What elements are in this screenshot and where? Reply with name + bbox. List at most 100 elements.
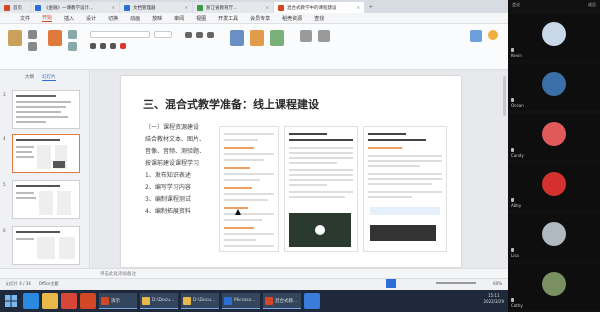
meeting-app-icon[interactable]	[304, 293, 320, 309]
cut-icon[interactable]	[28, 30, 37, 39]
new-tab-button[interactable]: +	[365, 2, 377, 13]
font-selector[interactable]	[90, 31, 150, 38]
bold-icon[interactable]	[90, 43, 96, 49]
participant-tile[interactable]: Candy	[508, 114, 600, 160]
tab-label: 《金融》一课教学设计...	[44, 5, 94, 11]
menu-search[interactable]: 查找	[314, 15, 324, 22]
theme-name: Office主题	[38, 280, 59, 286]
bullet-item: 1、发布知识表述	[145, 172, 191, 179]
menu-docer[interactable]: 稻壳资源	[282, 15, 302, 22]
taskbar-window[interactable]: 混合式教...	[263, 293, 301, 309]
close-icon[interactable]: ✕	[357, 5, 360, 10]
paste-icon[interactable]	[8, 30, 22, 46]
slide[interactable]: 三、混合式教学准备：线上课程建设 （一）课程资源建设 结合教材文本、图片、 音像…	[121, 76, 461, 267]
menu-review[interactable]: 审阅	[174, 15, 184, 22]
participant-tile[interactable]: Lisa	[508, 214, 600, 260]
tab-presentation[interactable]: 混合式教学中的课程建设 ✕	[274, 2, 364, 13]
audio-player[interactable]	[370, 225, 436, 241]
text-box-icon[interactable]	[230, 30, 244, 46]
participant-tile[interactable]: Kevin	[508, 14, 600, 60]
shape-icon[interactable]	[250, 30, 264, 46]
align-left-icon[interactable]	[185, 32, 192, 38]
close-icon[interactable]: ✕	[266, 5, 269, 10]
participant-tile[interactable]: Cathy	[508, 264, 600, 310]
tab-file-manager[interactable]: 文档管理器 ✕	[120, 2, 192, 13]
avatar	[542, 272, 566, 296]
underline-icon[interactable]	[110, 43, 116, 49]
wps-icon[interactable]	[80, 293, 96, 309]
share-icon[interactable]	[470, 30, 482, 42]
taskbar-window[interactable]: Microso...	[222, 293, 260, 309]
menu-developer[interactable]: 开发工具	[218, 15, 238, 22]
attachment-card[interactable]	[370, 207, 440, 215]
chrome-icon[interactable]	[61, 293, 77, 309]
video-player[interactable]	[289, 213, 351, 247]
menu-member[interactable]: 会员专享	[250, 15, 270, 22]
reset-icon[interactable]	[68, 42, 77, 51]
phone-screenshot-course-list	[219, 126, 279, 252]
italic-icon[interactable]	[100, 43, 106, 49]
menu-home[interactable]: 开始	[42, 14, 53, 22]
folder-icon	[183, 296, 191, 305]
tab-sheet[interactable]: 浙江省教育厅... ✕	[193, 2, 273, 13]
start-button[interactable]	[2, 292, 20, 310]
bullets-icon[interactable]	[207, 32, 214, 38]
taskbar-window-label: D:\Docu...	[193, 298, 216, 303]
tab-home[interactable]: 首页	[0, 2, 30, 13]
members-label[interactable]: 成员	[588, 2, 596, 8]
tab-bar: 首页 《金融》一课教学设计... ✕ 文档管理器 ✕ 浙江省教育厅... ✕ 混…	[0, 0, 508, 13]
slide-thumbnail[interactable]	[12, 90, 80, 129]
ribbon-toolbar	[0, 24, 508, 70]
taskbar-window[interactable]: D:\Docu...	[181, 293, 219, 309]
close-icon[interactable]: ✕	[112, 5, 115, 10]
new-slide-icon[interactable]	[48, 30, 62, 46]
slide-number: 6	[3, 228, 6, 233]
status-bar: 幻灯片 4 / 34 Office主题 60%	[0, 278, 508, 288]
system-clock[interactable]: 15:11 2022/3/29	[483, 293, 504, 305]
layout-icon[interactable]	[68, 30, 77, 39]
tab-outline[interactable]: 大纲	[25, 74, 34, 81]
taskbar-window-label: 演示	[111, 298, 120, 304]
play-slideshow-button[interactable]	[386, 279, 396, 288]
participant-tile[interactable]: Ocean	[508, 64, 600, 110]
slide-title[interactable]: 三、混合式教学准备：线上课程建设	[143, 96, 319, 112]
close-icon[interactable]: ✕	[185, 5, 188, 10]
menu-design[interactable]: 设计	[86, 15, 96, 22]
menu-transition[interactable]: 切换	[108, 15, 118, 22]
zoom-slider[interactable]	[436, 282, 476, 284]
select-icon[interactable]	[318, 30, 330, 42]
menu-insert[interactable]: 插入	[64, 15, 74, 22]
font-size-selector[interactable]	[154, 31, 172, 38]
folder-icon[interactable]	[42, 293, 58, 309]
slide-thumbnail[interactable]	[12, 226, 80, 265]
bullet-item: 3、编制课程测试	[145, 196, 191, 203]
notes-area[interactable]: 单击此处添加备注	[0, 268, 508, 278]
user-avatar-icon[interactable]	[488, 30, 498, 40]
tab-slides[interactable]: 幻灯片	[42, 74, 56, 81]
doc-icon	[35, 4, 41, 11]
align-center-icon[interactable]	[196, 32, 203, 38]
participant-name: Lisa	[511, 253, 519, 258]
slide-bullets[interactable]: （一）课程资源建设 结合教材文本、图片、 音像、音频、测验题、 按课前建设课程学…	[145, 122, 205, 218]
font-color-icon[interactable]	[120, 43, 126, 49]
tab-document[interactable]: 《金融》一课教学设计... ✕	[31, 2, 119, 13]
taskbar-window[interactable]: 演示	[99, 293, 137, 309]
menu-slideshow[interactable]: 放映	[152, 15, 162, 22]
ie-icon[interactable]	[23, 293, 39, 309]
play-icon[interactable]	[315, 225, 325, 235]
copy-icon[interactable]	[28, 42, 37, 51]
slide-thumbnail-selected[interactable]	[12, 134, 80, 173]
phone-screenshot-detail	[363, 126, 447, 252]
find-replace-icon[interactable]	[300, 30, 312, 42]
avatar	[542, 122, 566, 146]
menu-view[interactable]: 视图	[196, 15, 206, 22]
arrange-icon[interactable]	[270, 30, 284, 46]
slide-thumbnail[interactable]	[12, 180, 80, 219]
zoom-level[interactable]: 60%	[493, 281, 502, 286]
vertical-scrollbar[interactable]	[503, 76, 506, 116]
participant-tile[interactable]: Abby	[508, 164, 600, 210]
menu-animation[interactable]: 动画	[130, 15, 140, 22]
menu-file[interactable]: 文件	[20, 15, 30, 22]
taskbar-window[interactable]: D:\Docu...	[140, 293, 178, 309]
slide-canvas: 三、混合式教学准备：线上课程建设 （一）课程资源建设 结合教材文本、图片、 音像…	[91, 70, 508, 278]
